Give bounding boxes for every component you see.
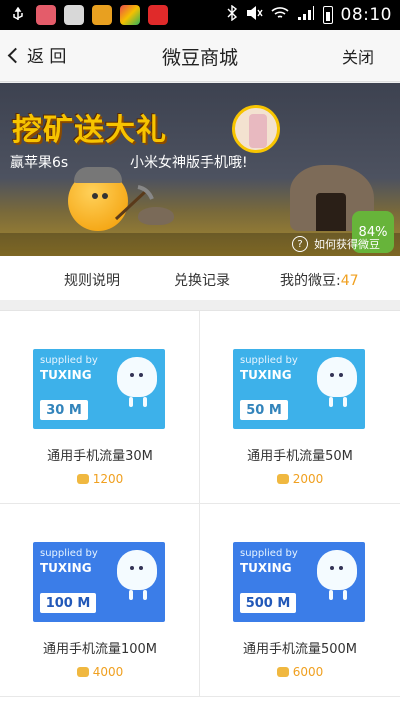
app-icon-5 [148, 5, 168, 25]
brand-label: TUXING [240, 368, 292, 382]
mascot-leg [129, 397, 133, 407]
mascot-icon [317, 550, 357, 590]
banner-subtitle-left: 赢苹果6s [10, 155, 69, 171]
question-icon: ? [292, 236, 308, 252]
app-icon-1 [36, 5, 56, 25]
product-price: 1200 [0, 472, 200, 486]
data-amount: 100 M [40, 593, 96, 613]
price-value: 1200 [92, 472, 124, 486]
coin-icon [76, 667, 89, 677]
product-price: 4000 [0, 665, 200, 679]
app-icon-4 [120, 5, 140, 25]
coin-icon [276, 474, 289, 484]
close-button[interactable]: 关闭 [342, 44, 374, 68]
help-link[interactable]: ? 如何获得微豆 [292, 233, 380, 255]
product-name: 通用手机流量30M [47, 449, 153, 464]
mascot-leg [143, 397, 147, 407]
phone-prize-avatar [232, 105, 280, 153]
mascot-leg [143, 590, 147, 600]
mascot-icon [317, 357, 357, 397]
tab-bar: 规则说明 兑换记录 我的微豆:47 [0, 256, 400, 300]
product-name: 通用手机流量50M [247, 449, 353, 464]
promo-banner[interactable]: 挖矿送大礼 赢苹果6s 小米女神版手机哦! 84% ? 如何获得微豆 [0, 83, 400, 256]
product-name: 通用手机流量100M [42, 642, 158, 657]
price-value: 4000 [92, 665, 124, 679]
product-image: supplied by TUXING 100 M [33, 542, 165, 622]
coin-icon [276, 667, 289, 677]
tab-rules[interactable]: 规则说明 [64, 270, 120, 290]
usb-icon [8, 6, 28, 24]
coin-icon [76, 474, 89, 484]
product-price: 6000 [200, 665, 400, 679]
tab-balance[interactable]: 我的微豆:47 [280, 270, 359, 290]
supplied-by-label: supplied by [40, 355, 98, 366]
data-amount: 30 M [40, 400, 88, 420]
product-card[interactable]: supplied by TUXING 30 M 通用手机流量30M 1200 [0, 311, 200, 504]
product-image: supplied by TUXING 500 M [233, 542, 365, 622]
product-image: supplied by TUXING 50 M [233, 349, 365, 429]
tab-history[interactable]: 兑换记录 [174, 270, 230, 290]
mascot-leg [343, 590, 347, 600]
page-title: 微豆商城 [161, 47, 238, 69]
brand-label: TUXING [240, 561, 292, 575]
product-card[interactable]: supplied by TUXING 100 M 通用手机流量100M 4000 [0, 504, 200, 697]
battery-icon [322, 6, 333, 24]
help-link-label: 如何获得微豆 [314, 238, 380, 251]
data-amount: 50 M [240, 400, 288, 420]
price-value: 2000 [292, 472, 324, 486]
product-card[interactable]: supplied by TUXING 50 M 通用手机流量50M 2000 [200, 311, 400, 504]
supplied-by-label: supplied by [240, 548, 298, 559]
mascot-leg [129, 590, 133, 600]
mascot-icon [117, 357, 157, 397]
product-card[interactable]: supplied by TUXING 500 M 通用手机流量500M 6000 [200, 504, 400, 697]
balance-label: 我的微豆: [280, 273, 341, 289]
signal-icon [297, 5, 315, 25]
mute-icon [245, 5, 263, 25]
data-amount: 500 M [240, 593, 296, 613]
brand-label: TUXING [40, 368, 92, 382]
rock-icon [138, 207, 174, 225]
banner-headline: 挖矿送大礼 [12, 113, 167, 148]
app-icon-2 [64, 5, 84, 25]
bluetooth-icon [227, 4, 237, 25]
status-bar: 08:10 [0, 0, 400, 30]
nav-bar: 返 回 微豆商城 关闭 [0, 30, 400, 82]
mascot-leg [329, 397, 333, 407]
supplied-by-label: supplied by [240, 355, 298, 366]
product-image: supplied by TUXING 30 M [33, 349, 165, 429]
mascot-leg [343, 397, 347, 407]
status-time: 08:10 [340, 5, 392, 25]
product-grid: supplied by TUXING 30 M 通用手机流量30M 1200 s… [0, 310, 400, 711]
banner-subtitle-right: 小米女神版手机哦! [130, 155, 248, 171]
mascot-icon [117, 550, 157, 590]
price-value: 6000 [292, 665, 324, 679]
brand-label: TUXING [40, 561, 92, 575]
product-price: 2000 [200, 472, 400, 486]
supplied-by-label: supplied by [40, 548, 98, 559]
product-name: 通用手机流量500M [242, 642, 358, 657]
wifi-icon [270, 5, 289, 25]
mascot-leg [329, 590, 333, 600]
balance-value: 47 [340, 273, 359, 289]
app-icon-3 [92, 5, 112, 25]
